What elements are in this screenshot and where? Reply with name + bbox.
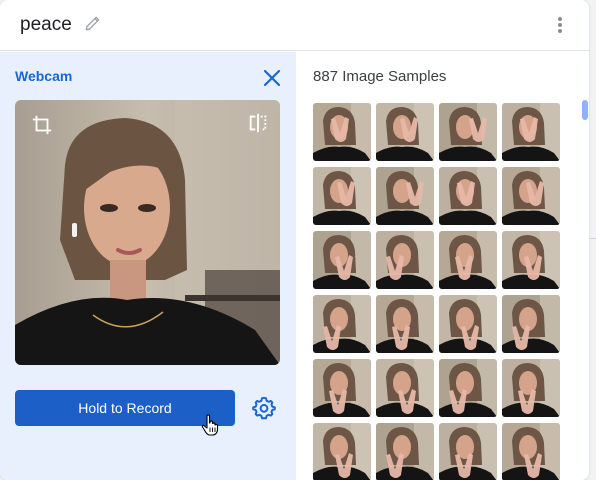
- edit-pencil-icon[interactable]: [83, 13, 103, 33]
- webcam-preview: [15, 100, 280, 365]
- sample-thumbnail[interactable]: [376, 167, 434, 225]
- class-card: peace Webcam Hold to Record 887 Image Sa…: [0, 0, 589, 480]
- webcam-panel: Webcam Hold to Record: [0, 52, 296, 480]
- crop-icon[interactable]: [31, 114, 53, 136]
- settings-gear-icon[interactable]: [252, 396, 276, 420]
- sample-thumbnail[interactable]: [502, 231, 560, 289]
- close-icon[interactable]: [262, 68, 282, 88]
- sample-thumbnail[interactable]: [376, 231, 434, 289]
- sample-thumbnail[interactable]: [313, 359, 371, 417]
- sample-grid: [313, 103, 563, 480]
- sample-thumbnail[interactable]: [502, 167, 560, 225]
- sample-thumbnail[interactable]: [376, 423, 434, 480]
- more-vert-icon[interactable]: [551, 15, 569, 35]
- sample-thumbnail[interactable]: [439, 231, 497, 289]
- sample-thumbnail[interactable]: [376, 359, 434, 417]
- samples-count-title: 887 Image Samples: [313, 68, 447, 85]
- sample-thumbnail[interactable]: [313, 103, 371, 161]
- webcam-label: Webcam: [15, 68, 73, 84]
- sample-thumbnail[interactable]: [439, 423, 497, 480]
- sample-thumbnail[interactable]: [439, 295, 497, 353]
- samples-scrollbar[interactable]: [582, 100, 588, 120]
- sample-thumbnail[interactable]: [502, 423, 560, 480]
- sample-thumbnail[interactable]: [313, 231, 371, 289]
- sample-thumbnail[interactable]: [502, 359, 560, 417]
- sample-thumbnail[interactable]: [313, 295, 371, 353]
- sample-thumbnail[interactable]: [439, 103, 497, 161]
- sample-thumbnail[interactable]: [502, 103, 560, 161]
- hand-cursor-icon: [201, 414, 219, 436]
- sample-thumbnail[interactable]: [502, 295, 560, 353]
- sample-thumbnail[interactable]: [376, 295, 434, 353]
- samples-panel: 887 Image Samples: [296, 52, 589, 480]
- webcam-feed-image: [15, 100, 280, 365]
- class-name-title[interactable]: peace: [20, 14, 72, 36]
- sample-thumbnail[interactable]: [376, 103, 434, 161]
- flip-icon[interactable]: [247, 112, 269, 134]
- sample-thumbnail[interactable]: [439, 167, 497, 225]
- sample-thumbnail[interactable]: [439, 359, 497, 417]
- sample-thumbnail[interactable]: [313, 167, 371, 225]
- sample-thumbnail[interactable]: [313, 423, 371, 480]
- class-header: peace: [0, 0, 589, 51]
- window-edge-divider: [589, 238, 596, 239]
